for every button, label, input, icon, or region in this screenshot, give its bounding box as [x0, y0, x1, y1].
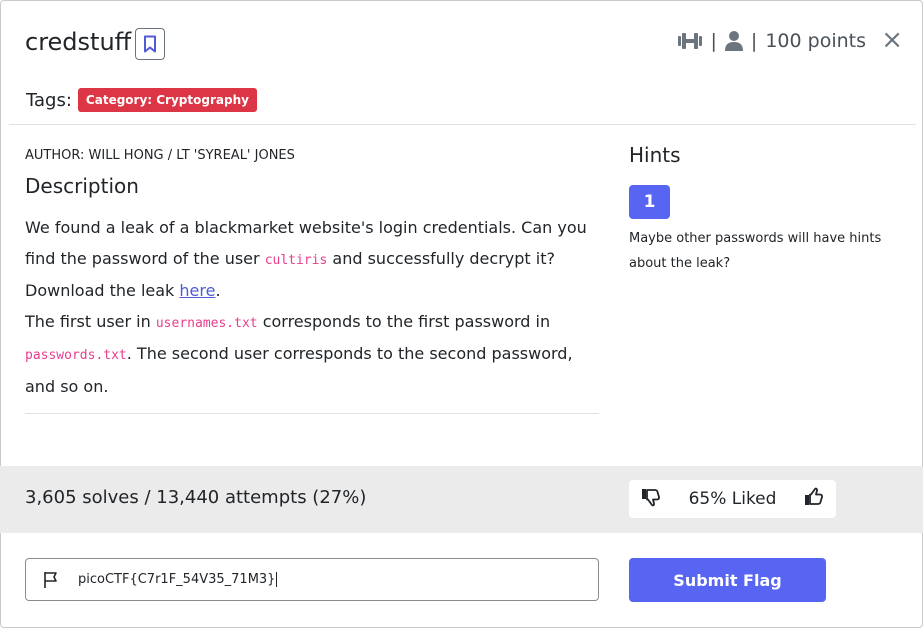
divider: [9, 124, 916, 125]
description-heading: Description: [25, 174, 139, 198]
description-body: We found a leak of a blackmarket website…: [25, 213, 600, 402]
divider: [25, 413, 599, 414]
thumbs-down-button[interactable]: [641, 487, 661, 512]
description-paragraph: The first user in usernames.txt correspo…: [25, 311, 573, 396]
user-icon: [724, 31, 743, 51]
hints-heading: Hints: [629, 143, 681, 167]
download-link[interactable]: here: [179, 281, 215, 300]
category-tag: Category: Cryptography: [77, 88, 257, 112]
tags-row: Tags: Category: Cryptography: [26, 88, 257, 112]
solves-stats: 3,605 solves / 13,440 attempts (27%): [25, 487, 367, 508]
tags-label: Tags:: [26, 89, 72, 111]
code-passwords: passwords.txt: [25, 348, 127, 363]
description-paragraph: Download the leak here.: [25, 281, 221, 300]
meta-separator: |: [750, 30, 758, 52]
flag-value[interactable]: picoCTF{C7r1F_54V35_71M3}: [78, 572, 278, 587]
close-icon[interactable]: ×: [881, 27, 903, 53]
flag-input[interactable]: picoCTF{C7r1F_54V35_71M3}: [25, 558, 599, 601]
code-user: cultiris: [264, 252, 328, 268]
challenge-title: credstuff: [25, 28, 132, 56]
submit-flag-button[interactable]: Submit Flag: [629, 558, 826, 602]
flag-icon: [26, 571, 78, 589]
points-label: 100 points: [765, 30, 866, 52]
bookmark-button[interactable]: [135, 28, 165, 60]
liked-percentage: 65% Liked: [688, 489, 777, 509]
hint-text: Maybe other passwords will have hints ab…: [629, 231, 882, 271]
meta-separator: |: [710, 30, 717, 52]
hint-1-button[interactable]: 1: [629, 185, 670, 219]
thumbs-down-icon: [642, 488, 660, 506]
likes-widget: 65% Liked: [629, 480, 836, 518]
challenge-meta: | | 100 points: [677, 30, 866, 52]
author-line: AUTHOR: WILL HONG / LT 'SYREAL' JONES: [25, 148, 295, 163]
thumbs-up-icon: [805, 487, 823, 505]
description-paragraph: We found a leak of a blackmarket website…: [25, 218, 587, 268]
dumbbell-icon: [677, 33, 702, 49]
thumbs-up-button[interactable]: [804, 487, 824, 512]
bookmark-icon: [144, 35, 156, 53]
code-usernames: usernames.txt: [155, 315, 258, 331]
